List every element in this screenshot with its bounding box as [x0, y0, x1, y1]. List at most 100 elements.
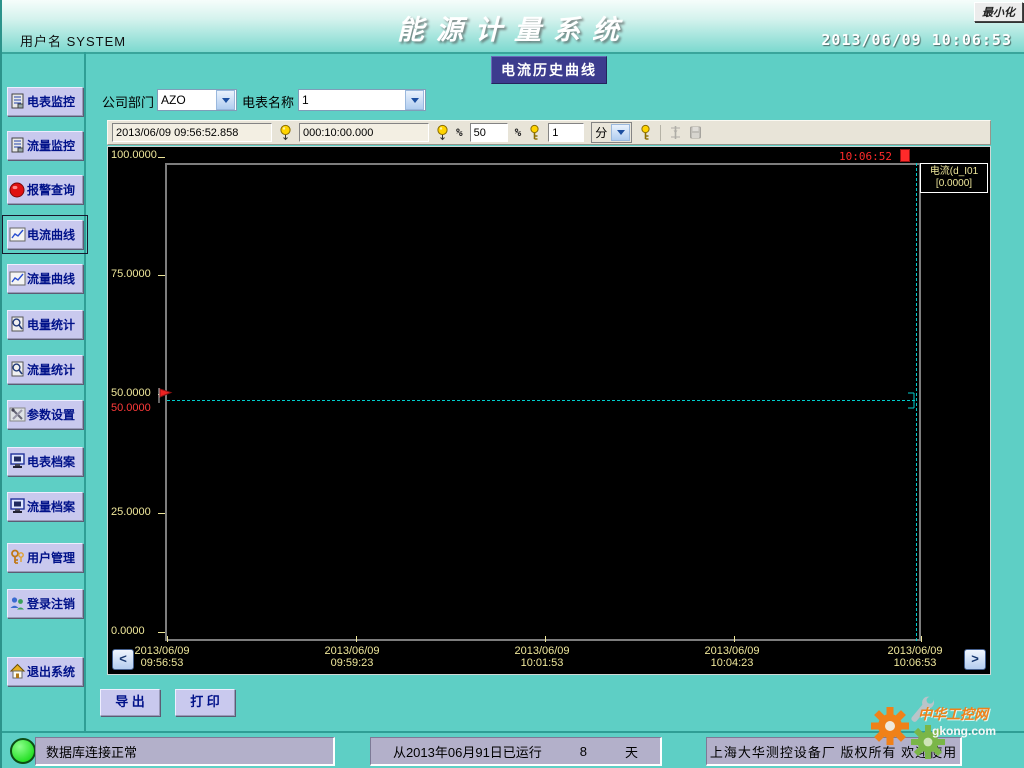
sidebar-item-login-logout[interactable]: 登录注销 [7, 589, 83, 618]
header-datetime: 2013/06/09 10:06:53 [821, 31, 1012, 49]
y-axis-tick-label: 0.0000 [111, 625, 145, 637]
sidebar-item-meter-monitor[interactable]: 电表监控 [7, 87, 83, 116]
sidebar-item-label: 报警查询 [27, 181, 75, 198]
y-axis-tick-label: 50.0000 [111, 387, 151, 399]
meter-name-value: 1 [299, 93, 404, 107]
sidebar-item-label: 电流曲线 [27, 226, 75, 243]
sidebar-item-label: 参数设置 [27, 406, 75, 423]
keys-icon [9, 549, 26, 566]
chevron-down-icon[interactable] [216, 90, 235, 110]
duration-pin-icon[interactable] [436, 124, 449, 141]
interval-key-icon[interactable] [528, 124, 541, 141]
app-window: 能源计量系统 用户名 SYSTEM 2013/06/09 10:06:53 最小… [0, 0, 1024, 768]
sidebar-item-alarm-query[interactable]: 报警查询 [7, 175, 83, 204]
print-button[interactable]: 打 印 [175, 689, 235, 716]
status-bar: 数据库连接正常 从2013年06月91日已运行 8 天 上海大华测控设备厂 版权… [2, 731, 1024, 768]
db-status-led [10, 738, 36, 764]
sidebar-item-label: 流量曲线 [27, 270, 75, 287]
chevron-down-icon[interactable] [611, 124, 630, 141]
percent-input[interactable] [470, 123, 508, 142]
runtime-prefix: 从2013年06月91日已运行 [393, 742, 542, 761]
y-axis-tick-label: 100.0000 [111, 149, 157, 161]
y-axis-tick [158, 632, 165, 633]
watermark-title: 中华工控网 [918, 704, 988, 724]
y-axis-tick-label: 75.0000 [111, 268, 151, 280]
duration-input[interactable] [299, 123, 429, 142]
x-axis-tick-label: 2013/06/0910:01:53 [487, 645, 597, 669]
cursor-value-label: 50.0000 [111, 402, 151, 414]
interval-input[interactable] [548, 123, 584, 142]
y-axis-tick [158, 275, 165, 276]
sidebar-item-label: 流量监控 [27, 137, 75, 154]
chart-toolbar: % % 分 [107, 120, 991, 145]
department-value: AZO [158, 93, 215, 107]
monitor-icon [9, 498, 26, 515]
x-axis-tick [545, 636, 546, 642]
sidebar-item-current-curve[interactable]: 电流曲线 [7, 220, 83, 249]
stats-icon [9, 361, 26, 378]
cursor-time-label: 10:06:52 [839, 150, 892, 163]
x-axis-tick-label: 2013/06/0909:59:23 [297, 645, 407, 669]
sidebar-item-label: 流量档案 [27, 498, 75, 515]
meter-icon [9, 137, 26, 154]
header: 能源计量系统 用户名 SYSTEM 2013/06/09 10:06:53 最小… [2, 0, 1024, 54]
time-pin-icon[interactable] [279, 124, 292, 141]
curve-icon [9, 270, 26, 287]
x-axis-tick [167, 636, 168, 642]
x-axis-tick [356, 636, 357, 642]
toolbar-separator [660, 125, 661, 141]
sidebar-item-meter-archive[interactable]: 电表档案 [7, 447, 83, 476]
minimize-button[interactable]: 最小化 [974, 2, 1023, 22]
runtime-unit: 天 [625, 742, 638, 761]
sidebar-item-flow-curve[interactable]: 流量曲线 [7, 264, 83, 293]
sidebar-item-label: 流量统计 [27, 361, 75, 378]
sidebar-item-energy-stats[interactable]: 电量统计 [7, 310, 83, 339]
sidebar-item-flow-archive[interactable]: 流量档案 [7, 492, 83, 521]
zoom-out-percent-icon[interactable]: % [456, 126, 463, 139]
curve-icon [9, 226, 26, 243]
scroll-right-button[interactable]: > [964, 649, 986, 670]
chevron-down-icon[interactable] [405, 90, 424, 110]
department-label: 公司部门 [102, 92, 154, 111]
sidebar-item-user-management[interactable]: 用户管理 [7, 543, 83, 572]
department-select[interactable]: AZO [157, 89, 237, 111]
scroll-left-button[interactable]: < [112, 649, 134, 670]
copyright-text: 上海大华测控设备厂 版权所有 欢迎使用 [710, 742, 957, 761]
users-icon [9, 595, 26, 612]
horizontal-crosshair[interactable] [167, 400, 915, 401]
sidebar-item-exit-system[interactable]: 退出系统 [7, 657, 83, 686]
legend-series-name: 电流(d_I01 [921, 166, 987, 178]
sidebar-item-label: 用户管理 [27, 549, 75, 566]
wrench-icon [906, 694, 936, 728]
start-time-input[interactable] [112, 123, 272, 142]
apply-key-icon[interactable] [639, 124, 652, 141]
chart-plot-area[interactable] [165, 163, 921, 641]
sidebar-item-flow-monitor[interactable]: 流量监控 [7, 131, 83, 160]
meter-name-label: 电表名称 [242, 92, 294, 111]
runtime-panel: 从2013年06月91日已运行 8 天 [370, 737, 662, 766]
sidebar-item-flow-stats[interactable]: 流量统计 [7, 355, 83, 384]
sidebar-item-label: 电表监控 [27, 93, 75, 110]
sidebar-item-param-settings[interactable]: 参数设置 [7, 400, 83, 429]
settings-icon [9, 406, 26, 423]
interval-unit-select[interactable]: 分 [591, 122, 632, 143]
cursor-marker[interactable] [900, 149, 910, 162]
trend-chart: 100.0000 75.0000 50.0000 25.0000 0.0000 … [107, 146, 991, 675]
export-button[interactable]: 导 出 [100, 689, 160, 716]
home-icon [9, 663, 26, 680]
y-axis-tick [158, 157, 165, 158]
interval-unit-value: 分 [595, 124, 607, 141]
value-flag-icon[interactable] [157, 387, 173, 404]
runtime-days: 8 [580, 744, 587, 759]
legend-series-value: [0.0000] [921, 178, 987, 190]
sidebar-item-label: 登录注销 [27, 595, 75, 612]
zoom-in-percent-icon[interactable]: % [515, 126, 522, 139]
chart-legend: 电流(d_I01 [0.0000] [920, 163, 988, 193]
stats-icon [9, 316, 26, 333]
fit-scale-icon [669, 124, 682, 141]
y-axis-tick-label: 25.0000 [111, 506, 151, 518]
user-label: 用户名 SYSTEM [20, 31, 126, 50]
x-axis-tick [734, 636, 735, 642]
page-title: 电流历史曲线 [491, 56, 607, 84]
meter-name-select[interactable]: 1 [298, 89, 426, 111]
